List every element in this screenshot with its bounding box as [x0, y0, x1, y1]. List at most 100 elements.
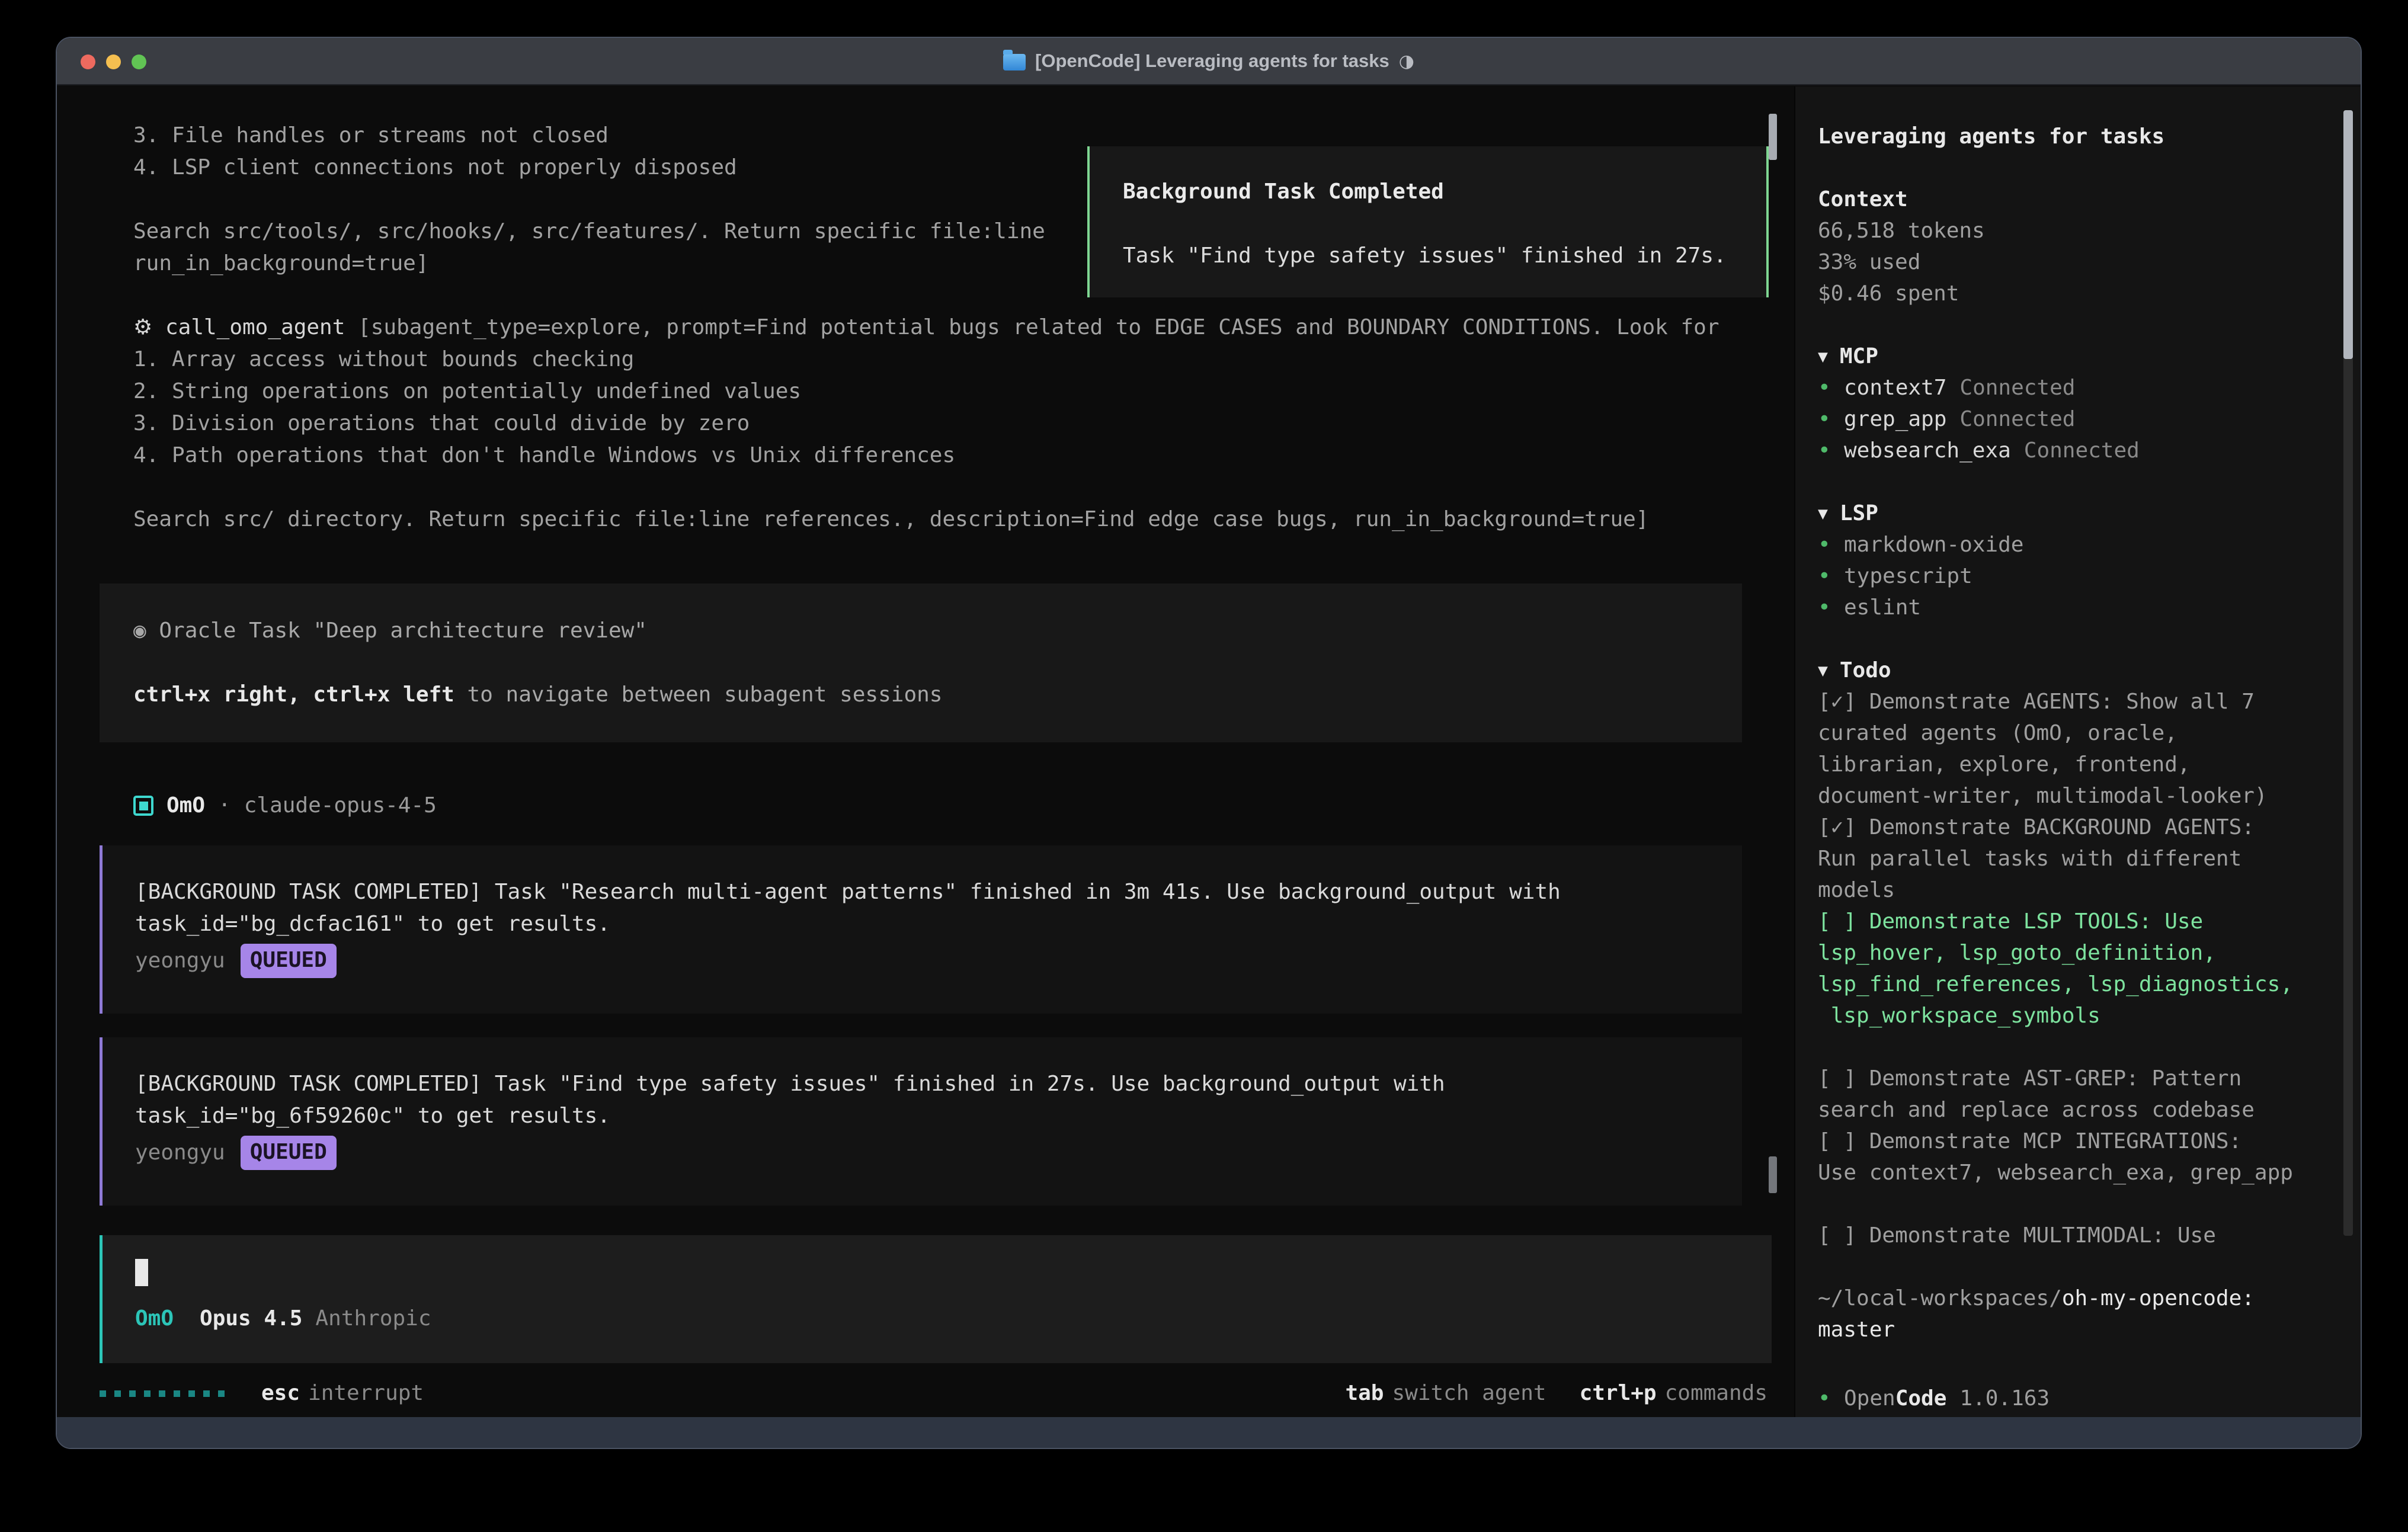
status-dot-icon: •	[1818, 592, 1844, 623]
record-icon: ◉	[133, 618, 146, 643]
tool-call-line: Search src/ directory. Return specific f…	[133, 504, 1794, 536]
context-spent: $0.46 spent	[1818, 278, 2310, 309]
tool-call-args: [subagent_type=explore, prompt=Find pote…	[345, 315, 1719, 339]
window-title: [OpenCode] Leveraging agents for tasks ◑	[1003, 50, 1414, 72]
todo-item: [ ] Demonstrate AST-GREP: Pattern search…	[1818, 1063, 2310, 1126]
tool-call-line: 1. Array access without bounds checking	[133, 344, 1794, 376]
oracle-task-panel: ◉ Oracle Task "Deep architecture review"…	[100, 584, 1742, 742]
message-block: [BACKGROUND TASK COMPLETED] Task "Resear…	[100, 845, 1742, 1014]
status-bar-right: tab switch agent ctrl+p commands	[1345, 1377, 1767, 1409]
sidebar: Leveraging agents for tasks Context 66,5…	[1794, 86, 2361, 1417]
message-block: [BACKGROUND TASK COMPLETED] Task "Find t…	[100, 1037, 1742, 1206]
app-version: • Open Code 1.0.163	[1818, 1383, 2310, 1414]
tool-call-name: call_omo_agent	[165, 315, 345, 339]
commands-key-hint: ctrl+p	[1580, 1377, 1657, 1409]
chat-scrollbar-thumb[interactable]	[1769, 1156, 1777, 1193]
active-agent-label: OmO	[135, 1303, 174, 1335]
tool-call-line: 2. String operations on potentially unde…	[133, 376, 1794, 408]
section-todo[interactable]: ▼Todo	[1818, 655, 2310, 686]
desktop: [OpenCode] Leveraging agents for tasks ◑…	[0, 0, 2408, 1532]
minimize-button[interactable]	[106, 55, 121, 69]
toast-body: Task "Find type safety issues" finished …	[1123, 240, 1766, 272]
blank-line	[133, 647, 1742, 679]
status-dot-icon: •	[1818, 372, 1844, 403]
mcp-item: •websearch_exaConnected	[1818, 435, 2310, 466]
status-badge: QUEUED	[241, 944, 337, 978]
message-author: yeongyu	[135, 945, 225, 977]
status-dot-icon: •	[1818, 560, 1844, 592]
chevron-down-icon: ▼	[1818, 655, 1828, 686]
context-used: 33% used	[1818, 246, 2310, 278]
terminal-window: [OpenCode] Leveraging agents for tasks ◑…	[56, 37, 2362, 1449]
tab-key-label: switch agent	[1392, 1377, 1546, 1409]
sidebar-scrollbar-thumb[interactable]	[2343, 110, 2353, 359]
context-usage-icon: ◑	[1399, 51, 1414, 72]
mcp-item: •context7Connected	[1818, 372, 2310, 403]
provider-label: Anthropic	[315, 1303, 431, 1335]
traffic-lights	[81, 38, 146, 85]
subagent-session-header: OmO · claude-opus-4-5	[133, 790, 1794, 822]
shortcut-keys: ctrl+x right, ctrl+x left	[133, 682, 454, 707]
message-body: [BACKGROUND TASK COMPLETED] Task "Resear…	[135, 876, 1718, 940]
blank-line	[133, 472, 1794, 504]
gear-icon: ⚙	[133, 315, 152, 339]
lsp-item: •markdown-oxide	[1818, 529, 2310, 560]
todo-item: [✓] Demonstrate AGENTS: Show all 7 curat…	[1818, 686, 2310, 812]
agent-name: OmO	[166, 790, 205, 822]
todo-item: [ ] Demonstrate MCP INTEGRATIONS: Use co…	[1818, 1126, 2310, 1188]
section-lsp[interactable]: ▼LSP	[1818, 498, 2310, 529]
agent-model: claude-opus-4-5	[244, 790, 437, 822]
section-mcp[interactable]: ▼MCP	[1818, 341, 2310, 372]
lsp-item: •typescript	[1818, 560, 2310, 592]
context-heading: Context	[1818, 184, 2310, 215]
status-dot-icon: •	[1818, 529, 1844, 560]
esc-key-hint: esc	[261, 1377, 300, 1409]
chevron-down-icon: ▼	[1818, 498, 1828, 529]
status-dot-icon: •	[1818, 1383, 1844, 1414]
tool-call-line: 3. Division operations that could divide…	[133, 408, 1794, 440]
window-title-text: [OpenCode] Leveraging agents for tasks	[1035, 50, 1389, 72]
window-titlebar[interactable]: [OpenCode] Leveraging agents for tasks ◑	[57, 38, 2361, 85]
folder-icon	[1003, 54, 1026, 70]
commands-key-label: commands	[1665, 1377, 1767, 1409]
close-button[interactable]	[81, 55, 95, 69]
lsp-item: •eslint	[1818, 592, 2310, 623]
status-bar: esc interrupt tab switch agent ctrl+p co…	[100, 1377, 1794, 1409]
text-cursor	[135, 1259, 148, 1286]
spinner-icon	[100, 1390, 225, 1397]
tab-key-hint: tab	[1345, 1377, 1384, 1409]
todo-item: [ ] Demonstrate LSP TOOLS: Use lsp_hover…	[1818, 906, 2310, 1031]
active-model-label: Opus 4.5	[200, 1303, 302, 1335]
session-title: Leveraging agents for tasks	[1818, 121, 2310, 152]
window-body: 3. File handles or streams not closed 4.…	[57, 86, 2361, 1417]
brand-bold: Code	[1895, 1383, 1947, 1414]
tool-call-header: ⚙ call_omo_agent [subagent_type=explore,…	[133, 312, 1794, 344]
oracle-task-title: ◉ Oracle Task "Deep architecture review"	[133, 615, 1742, 647]
brand-prefix: Open	[1844, 1383, 1895, 1414]
version-number: 1.0.163	[1959, 1383, 2050, 1414]
oracle-nav-hint: ctrl+x right, ctrl+x left to navigate be…	[133, 679, 1742, 711]
todo-item: [ ] Demonstrate MULTIMODAL: Use	[1818, 1220, 2310, 1251]
notification-toast[interactable]: Background Task Completed Task "Find typ…	[1087, 146, 1769, 297]
workspace-path: ~/local-workspaces/oh-my-opencode: maste…	[1818, 1283, 2310, 1345]
agent-checkbox-icon	[133, 796, 153, 816]
toast-title: Background Task Completed	[1123, 176, 1766, 208]
message-meta: yeongyu QUEUED	[135, 1136, 1718, 1170]
mcp-item: •grep_appConnected	[1818, 403, 2310, 435]
status-dot-icon: •	[1818, 435, 1844, 466]
esc-key-label: interrupt	[308, 1377, 424, 1409]
chevron-down-icon: ▼	[1818, 341, 1828, 372]
chat-pane: 3. File handles or streams not closed 4.…	[57, 86, 1794, 1417]
todo-item: [✓] Demonstrate BACKGROUND AGENTS: Run p…	[1818, 812, 2310, 906]
model-selector-row[interactable]: OmO Opus 4.5 Anthropic	[135, 1303, 1772, 1335]
message-body: [BACKGROUND TASK COMPLETED] Task "Find t…	[135, 1068, 1718, 1132]
separator-dot: ·	[218, 790, 231, 822]
zoom-button[interactable]	[132, 55, 146, 69]
chat-scrollbar-thumb[interactable]	[1769, 114, 1777, 160]
status-badge: QUEUED	[241, 1136, 337, 1170]
tool-call-line: 4. Path operations that don't handle Win…	[133, 440, 1794, 472]
status-dot-icon: •	[1818, 403, 1844, 435]
prompt-input[interactable]: OmO Opus 4.5 Anthropic	[100, 1235, 1772, 1363]
message-author: yeongyu	[135, 1137, 225, 1169]
message-meta: yeongyu QUEUED	[135, 944, 1718, 978]
